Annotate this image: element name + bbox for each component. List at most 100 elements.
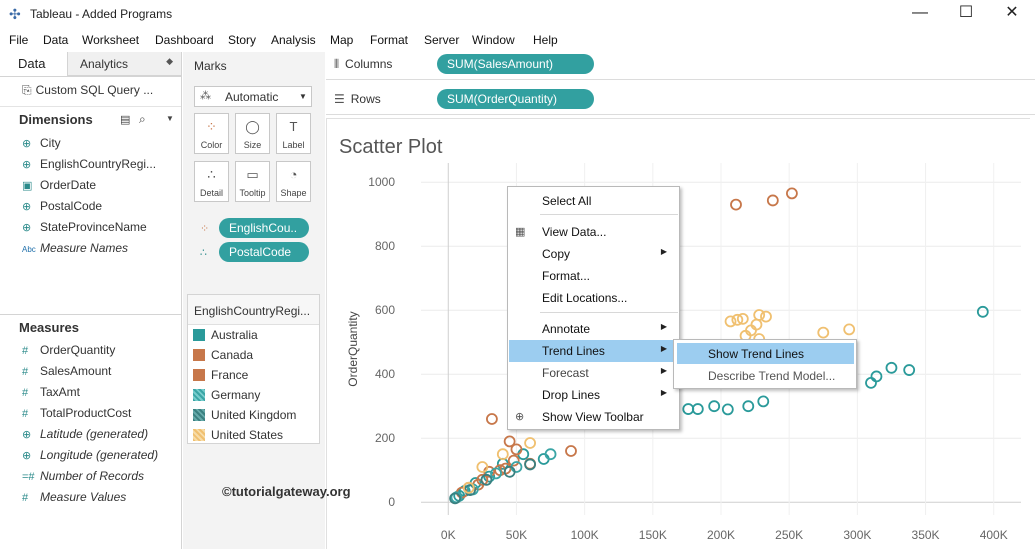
field-englishcountryregion[interactable]: ⊕ EnglishCountryRegi...	[22, 157, 156, 175]
field-postalcode[interactable]: ⊕ PostalCode	[22, 199, 102, 217]
submenu-arrow-icon: ▶	[660, 344, 667, 353]
field-measure-values[interactable]: # Measure Values	[22, 490, 126, 508]
marks-header: Marks	[194, 59, 227, 73]
size-label: Size	[243, 140, 262, 150]
legend-item-canada[interactable]: Canada	[193, 348, 253, 366]
menu-dashboard[interactable]: Dashboard	[155, 33, 214, 47]
x-tick-label: 400K	[980, 528, 1008, 542]
scatter-point	[682, 403, 695, 415]
legend-item-germany[interactable]: Germany	[193, 388, 260, 406]
menu-item-label: Drop Lines	[542, 388, 601, 402]
rows-pill[interactable]: SUM(OrderQuantity)	[437, 89, 594, 109]
field-label: SalesAmount	[40, 364, 112, 378]
menu-item-label: Trend Lines	[542, 344, 605, 358]
label-icon: T	[289, 119, 298, 134]
menu-item-forecast[interactable]: Forecast ▶	[509, 362, 679, 384]
menu-story[interactable]: Story	[228, 33, 256, 47]
rows-label: ☰ Rows	[334, 92, 381, 106]
color-legend: EnglishCountryRegi... Australia Canada F…	[187, 294, 320, 444]
hash-icon: #	[22, 408, 29, 420]
submenu-arrow-icon: ▶	[660, 388, 667, 397]
menu-file[interactable]: File	[9, 33, 28, 47]
field-stateprovincename[interactable]: ⊕ StateProvinceName	[22, 220, 147, 238]
rows-shelf[interactable]: ☰ Rows SUM(OrderQuantity)	[326, 85, 1035, 115]
y-tick-label: 0	[388, 495, 395, 509]
menu-item-label: Describe Trend Model...	[708, 369, 836, 383]
submenu-arrow-icon: ▶	[660, 322, 667, 331]
tab-data-label: Data	[18, 56, 46, 71]
field-salesamount[interactable]: # SalesAmount	[22, 364, 111, 382]
shape-button[interactable]: ◔ Shape	[276, 161, 311, 202]
globe-icon: ⊕	[22, 429, 32, 441]
menu-item-drop-lines[interactable]: Drop Lines ▶	[509, 384, 679, 406]
menu-item-select-all[interactable]: Select All	[509, 190, 679, 212]
color-pill[interactable]: EnglishCou..	[219, 218, 309, 238]
globe-icon: ⊕	[22, 138, 32, 150]
size-button[interactable]: ◯ Size	[235, 113, 270, 154]
search-icon[interactable]: ⌕	[139, 112, 146, 127]
field-totalproductcost[interactable]: # TotalProductCost	[22, 406, 131, 424]
hash-icon: #	[22, 492, 29, 504]
scatter-point	[486, 413, 498, 425]
legend-label: Germany	[211, 388, 261, 402]
tooltip-icon: ▭	[246, 167, 259, 182]
menu-data[interactable]: Data	[43, 33, 68, 47]
columns-pill[interactable]: SUM(SalesAmount)	[437, 54, 594, 74]
field-orderquantity[interactable]: # OrderQuantity	[22, 343, 115, 361]
detail-button[interactable]: ∴ Detail	[194, 161, 229, 202]
menu-help[interactable]: Help	[533, 33, 558, 47]
legend-item-australia[interactable]: Australia	[193, 328, 258, 346]
field-label: PostalCode	[40, 199, 103, 213]
menu-item-format[interactable]: Format...	[509, 265, 679, 287]
scatter-point	[724, 315, 737, 328]
close-button[interactable]: ✕	[989, 0, 1035, 28]
field-number-of-records[interactable]: =# Number of Records	[22, 469, 144, 487]
menu-item-show-trend-lines[interactable]: Show Trend Lines	[677, 343, 854, 364]
dimensions-header: Dimensions	[19, 112, 93, 127]
list-view-icon[interactable]: ▤	[120, 113, 130, 126]
menu-item-trend-lines[interactable]: Trend Lines ▶	[509, 340, 679, 362]
menu-item-label: Show Trend Lines	[708, 347, 805, 361]
field-label: Longitude (generated)	[40, 448, 159, 462]
menu-format[interactable]: Format	[370, 33, 408, 47]
field-orderdate[interactable]: ▣ OrderDate	[22, 178, 96, 196]
minimize-button[interactable]: —	[897, 0, 943, 28]
dropdown-icon[interactable]: ▼	[166, 114, 174, 123]
menu-server[interactable]: Server	[424, 33, 459, 47]
legend-item-united-states[interactable]: United States	[193, 428, 283, 446]
measures-header: Measures	[19, 320, 79, 335]
legend-label: United States	[211, 428, 284, 442]
menu-analysis[interactable]: Analysis	[271, 33, 316, 47]
menu-map[interactable]: Map	[330, 33, 353, 47]
legend-item-united-kingdom[interactable]: United Kingdom	[193, 408, 296, 426]
legend-item-france[interactable]: France	[193, 368, 248, 386]
maximize-button[interactable]: ☐	[943, 0, 989, 28]
field-taxamt[interactable]: # TaxAmt	[22, 385, 80, 403]
datasource-item[interactable]: ⎘ Custom SQL Query ...	[22, 83, 153, 98]
menu-item-edit-locations[interactable]: Edit Locations...	[509, 287, 679, 309]
menu-item-annotate[interactable]: Annotate ▶	[509, 318, 679, 340]
size-icon: ◯	[245, 119, 260, 134]
field-latitude[interactable]: ⊕ Latitude (generated)	[22, 427, 148, 445]
menu-worksheet[interactable]: Worksheet	[82, 33, 139, 47]
menu-item-describe-trend-model[interactable]: Describe Trend Model...	[677, 365, 854, 386]
tab-analytics[interactable]: Analytics ◆	[67, 52, 181, 76]
label-button[interactable]: T Label	[276, 113, 311, 154]
shape-icon: ◔	[289, 167, 298, 182]
menu-window[interactable]: Window	[472, 33, 515, 47]
field-measure-names[interactable]: Abc Measure Names	[22, 241, 128, 259]
field-city[interactable]: ⊕ City	[22, 136, 61, 154]
columns-shelf[interactable]: ⫴ Columns SUM(SalesAmount)	[326, 50, 1035, 80]
menu-item-show-view-toolbar[interactable]: ⊕ Show View Toolbar	[509, 406, 679, 428]
tooltip-button[interactable]: ▭ Tooltip	[235, 161, 270, 202]
tab-data[interactable]: Data	[0, 52, 66, 76]
scatter-point	[750, 318, 763, 331]
scatter-point	[708, 400, 721, 413]
menu-item-view-data[interactable]: ▦ View Data...	[509, 221, 679, 243]
scatter-point	[865, 376, 877, 389]
field-longitude[interactable]: ⊕ Longitude (generated)	[22, 448, 158, 466]
detail-pill[interactable]: PostalCode	[219, 242, 309, 262]
mark-type-dropdown[interactable]: ⁂ Automatic ▼	[194, 86, 312, 107]
color-button[interactable]: ⁘ Color	[194, 113, 229, 154]
menu-item-copy[interactable]: Copy ▶	[509, 243, 679, 265]
